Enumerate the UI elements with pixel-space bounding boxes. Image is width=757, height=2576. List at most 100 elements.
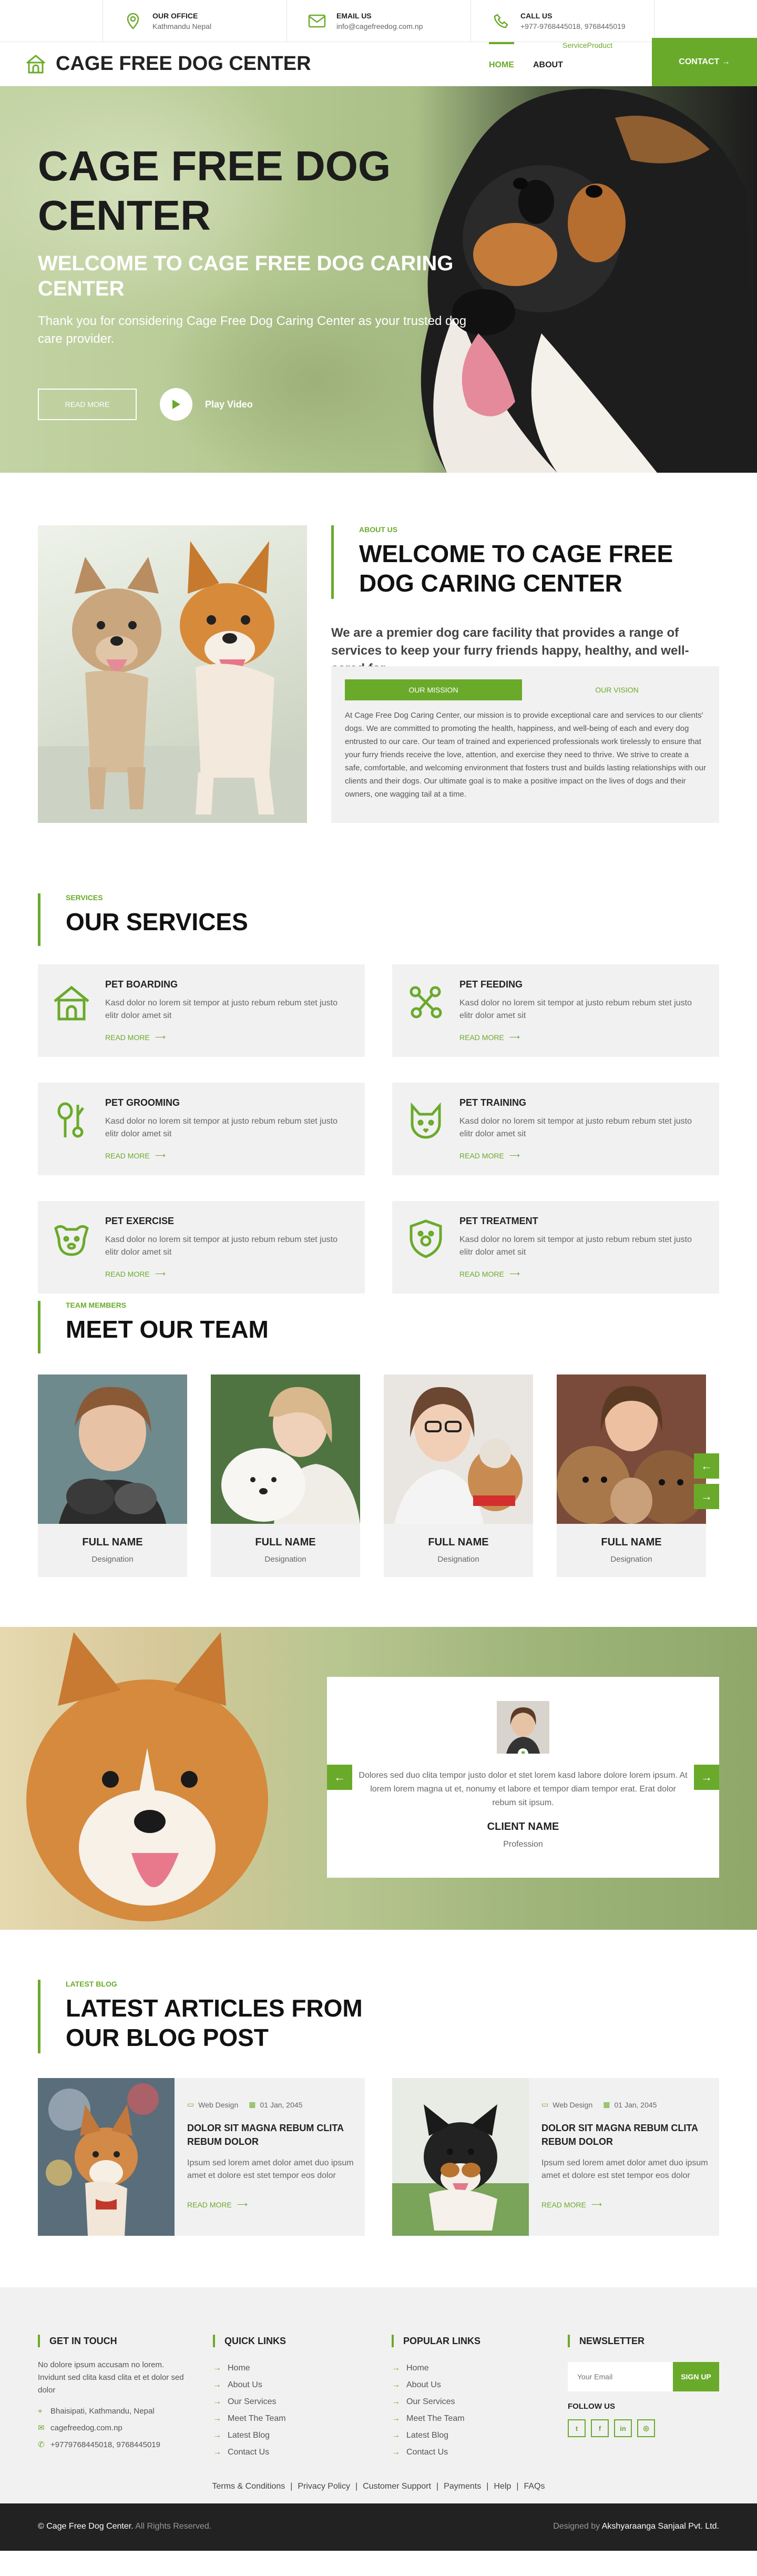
footer-link[interactable]: → Latest Blog (392, 2427, 480, 2444)
read-more-label: READ MORE (105, 1033, 150, 1042)
footer-link[interactable]: → About Us (392, 2377, 480, 2394)
service-desc: Kasd dolor no lorem sit tempor at justo … (459, 1235, 692, 1257)
footer-link-label: Contact Us (406, 2448, 448, 2457)
team-prev-button[interactable]: ← (694, 1453, 719, 1479)
blog-post-card[interactable]: ▭ Web Design ▦ 01 Jan, 2045 DOLOR SIT MAGNA… (38, 2078, 365, 2236)
dog-house-icon (50, 981, 93, 1023)
tab-our-vision[interactable]: OUR VISION (528, 679, 705, 700)
team-member-card[interactable]: FULL NAME Designation (211, 1374, 360, 1577)
service-card-treatment[interactable]: PET TREATMENT Kasd dolor no lorem sit te… (392, 1201, 719, 1294)
team-member-role: Designation (264, 1555, 306, 1564)
blog-read-more[interactable]: READ MORE ⟶ (187, 2200, 248, 2209)
service-card-exercise[interactable]: PET EXERCISE Kasd dolor no lorem sit tem… (38, 1201, 365, 1294)
team-member-name: FULL NAME (255, 1536, 316, 1548)
blog-post-card[interactable]: ▭ Web Design ▦ 01 Jan, 2045 DOLOR SIT MAGNA… (392, 2078, 719, 2236)
footer-phone[interactable]: +9779768445018, 9768445019 (50, 2437, 160, 2453)
footer-link[interactable]: → Our Services (392, 2394, 480, 2410)
footer: GET IN TOUCH No dolore ipsum accusam no … (0, 2287, 757, 2503)
service-card-grooming[interactable]: PET GROOMING Kasd dolor no lorem sit tem… (38, 1083, 365, 1175)
about-heading: WELCOME TO CAGE FREE DOG CARING CENTER (359, 540, 673, 597)
follow-us-label: FOLLOW US (568, 2402, 615, 2411)
service-read-more[interactable]: READ MORE ⟶ (105, 1033, 166, 1042)
arrow-left-icon: ← (701, 1459, 712, 1472)
nav-about[interactable]: ABOUT (533, 42, 563, 86)
support-link[interactable]: Customer Support (363, 2482, 431, 2491)
contact-button[interactable]: CONTACT → (652, 38, 757, 86)
blog-post-title[interactable]: DOLOR SIT MAGNA REBUM CLITA REBUM DOLOR (541, 2121, 710, 2149)
footer-link-label: Contact Us (228, 2448, 270, 2457)
client-avatar (497, 1701, 549, 1754)
call-info: CALL US +977-9768445018, 9768445019 (470, 0, 654, 42)
arrow-right-icon: → (392, 2364, 400, 2373)
blog-post-title[interactable]: DOLOR SIT MAGNA REBUM CLITA REBUM DOLOR (187, 2121, 355, 2149)
team-member-role: Designation (91, 1555, 134, 1564)
brand-logo[interactable]: CAGE FREE DOG CENTER (25, 53, 311, 75)
copyright-brand[interactable]: © Cage Free Dog Center. (38, 2522, 134, 2531)
blog-read-more[interactable]: READ MORE ⟶ (541, 2200, 602, 2209)
call-value[interactable]: +977-9768445018, 9768445019 (520, 22, 626, 30)
tab-our-mission[interactable]: OUR MISSION (345, 679, 522, 700)
footer-email[interactable]: cagefreedog.com.np (50, 2420, 122, 2437)
service-title: PET BOARDING (105, 979, 178, 990)
scissors-comb-icon (50, 1099, 93, 1142)
team-member-card[interactable]: FULL NAME Designation (384, 1374, 533, 1577)
play-video-button[interactable]: Play Video (160, 388, 253, 421)
footer-link[interactable]: → Home (213, 2360, 286, 2377)
arrow-right-icon: → (213, 2414, 221, 2423)
footer-link[interactable]: → About Us (213, 2377, 286, 2394)
footer-link[interactable]: → Contact Us (392, 2444, 480, 2461)
team-member-card[interactable]: FULL NAME Designation (557, 1374, 706, 1577)
twitter-icon[interactable]: t (568, 2419, 586, 2437)
designer-link[interactable]: Akshyaraanga Sanjaal Pvt. Ltd. (602, 2522, 719, 2531)
service-read-more[interactable]: READ MORE ⟶ (459, 1033, 520, 1042)
team-next-button[interactable]: → (694, 1484, 719, 1509)
footer-link[interactable]: → Latest Blog (213, 2427, 286, 2444)
service-read-more[interactable]: READ MORE ⟶ (459, 1269, 520, 1278)
service-card-feeding[interactable]: PET FEEDING Kasd dolor no lorem sit temp… (392, 964, 719, 1057)
help-link[interactable]: Help (494, 2482, 511, 2491)
blog-post-category[interactable]: Web Design (198, 2101, 238, 2109)
nav-home[interactable]: HOME (489, 42, 514, 86)
footer-link[interactable]: → Home (392, 2360, 480, 2377)
hero-title: CAGE FREE DOG CENTER (38, 142, 391, 239)
faqs-link[interactable]: FAQs (524, 2482, 545, 2491)
arrow-right-icon: ⟶ (509, 1033, 520, 1041)
instagram-icon[interactable]: ◎ (637, 2419, 655, 2437)
blog-post-category[interactable]: Web Design (553, 2101, 592, 2109)
service-card-boarding[interactable]: PET BOARDING Kasd dolor no lorem sit tem… (38, 964, 365, 1057)
arrow-right-icon: → (701, 1490, 712, 1503)
calendar-icon: ▦ (603, 2100, 610, 2109)
arrow-right-icon: → (392, 2431, 400, 2440)
testimonial-prev-button[interactable]: ← (327, 1765, 352, 1790)
about-section: ABOUT US WELCOME TO CAGE FREE DOG CARING… (0, 473, 757, 872)
facebook-icon[interactable]: f (591, 2419, 609, 2437)
service-read-more[interactable]: READ MORE ⟶ (459, 1151, 520, 1160)
hero-read-more-button[interactable]: READ MORE (38, 389, 137, 420)
team-member-card[interactable]: FULL NAME Designation (38, 1374, 187, 1577)
newsletter-signup-button[interactable]: SIGN UP (673, 2362, 719, 2391)
linkedin-icon[interactable]: in (614, 2419, 632, 2437)
footer-link-label: Our Services (406, 2397, 455, 2406)
nav-dropdown-services[interactable]: ServiceProduct (562, 41, 612, 49)
testimonial-next-button[interactable]: → (694, 1765, 719, 1790)
folder-icon: ▭ (541, 2100, 549, 2109)
main-nav: CAGE FREE DOG CENTER HOME ABOUT ServiceP… (0, 38, 757, 86)
hero-section: CAGE FREE DOG CENTER WELCOME TO CAGE FRE… (0, 86, 757, 473)
service-read-more[interactable]: READ MORE ⟶ (105, 1151, 166, 1160)
location-pin-icon (124, 12, 142, 30)
testimonial-section: ❝ Dolores sed duo clita tempor justo dol… (0, 1627, 757, 1930)
footer-link[interactable]: → Meet The Team (213, 2410, 286, 2427)
privacy-link[interactable]: Privacy Policy (298, 2482, 350, 2491)
footer-link[interactable]: → Meet The Team (392, 2410, 480, 2427)
footer-link[interactable]: → Contact Us (213, 2444, 286, 2461)
service-desc: Kasd dolor no lorem sit tempor at justo … (459, 999, 692, 1020)
footer-link-label: Home (228, 2364, 250, 2373)
email-value[interactable]: info@cagefreedog.com.np (336, 22, 423, 30)
payments-link[interactable]: Payments (444, 2482, 481, 2491)
footer-link-label: Meet The Team (406, 2414, 465, 2423)
service-read-more[interactable]: READ MORE ⟶ (105, 1269, 166, 1278)
terms-link[interactable]: Terms & Conditions (212, 2482, 285, 2491)
footer-link[interactable]: → Our Services (213, 2394, 286, 2410)
service-card-training[interactable]: PET TRAINING Kasd dolor no lorem sit tem… (392, 1083, 719, 1175)
newsletter-email-input[interactable] (568, 2362, 673, 2391)
